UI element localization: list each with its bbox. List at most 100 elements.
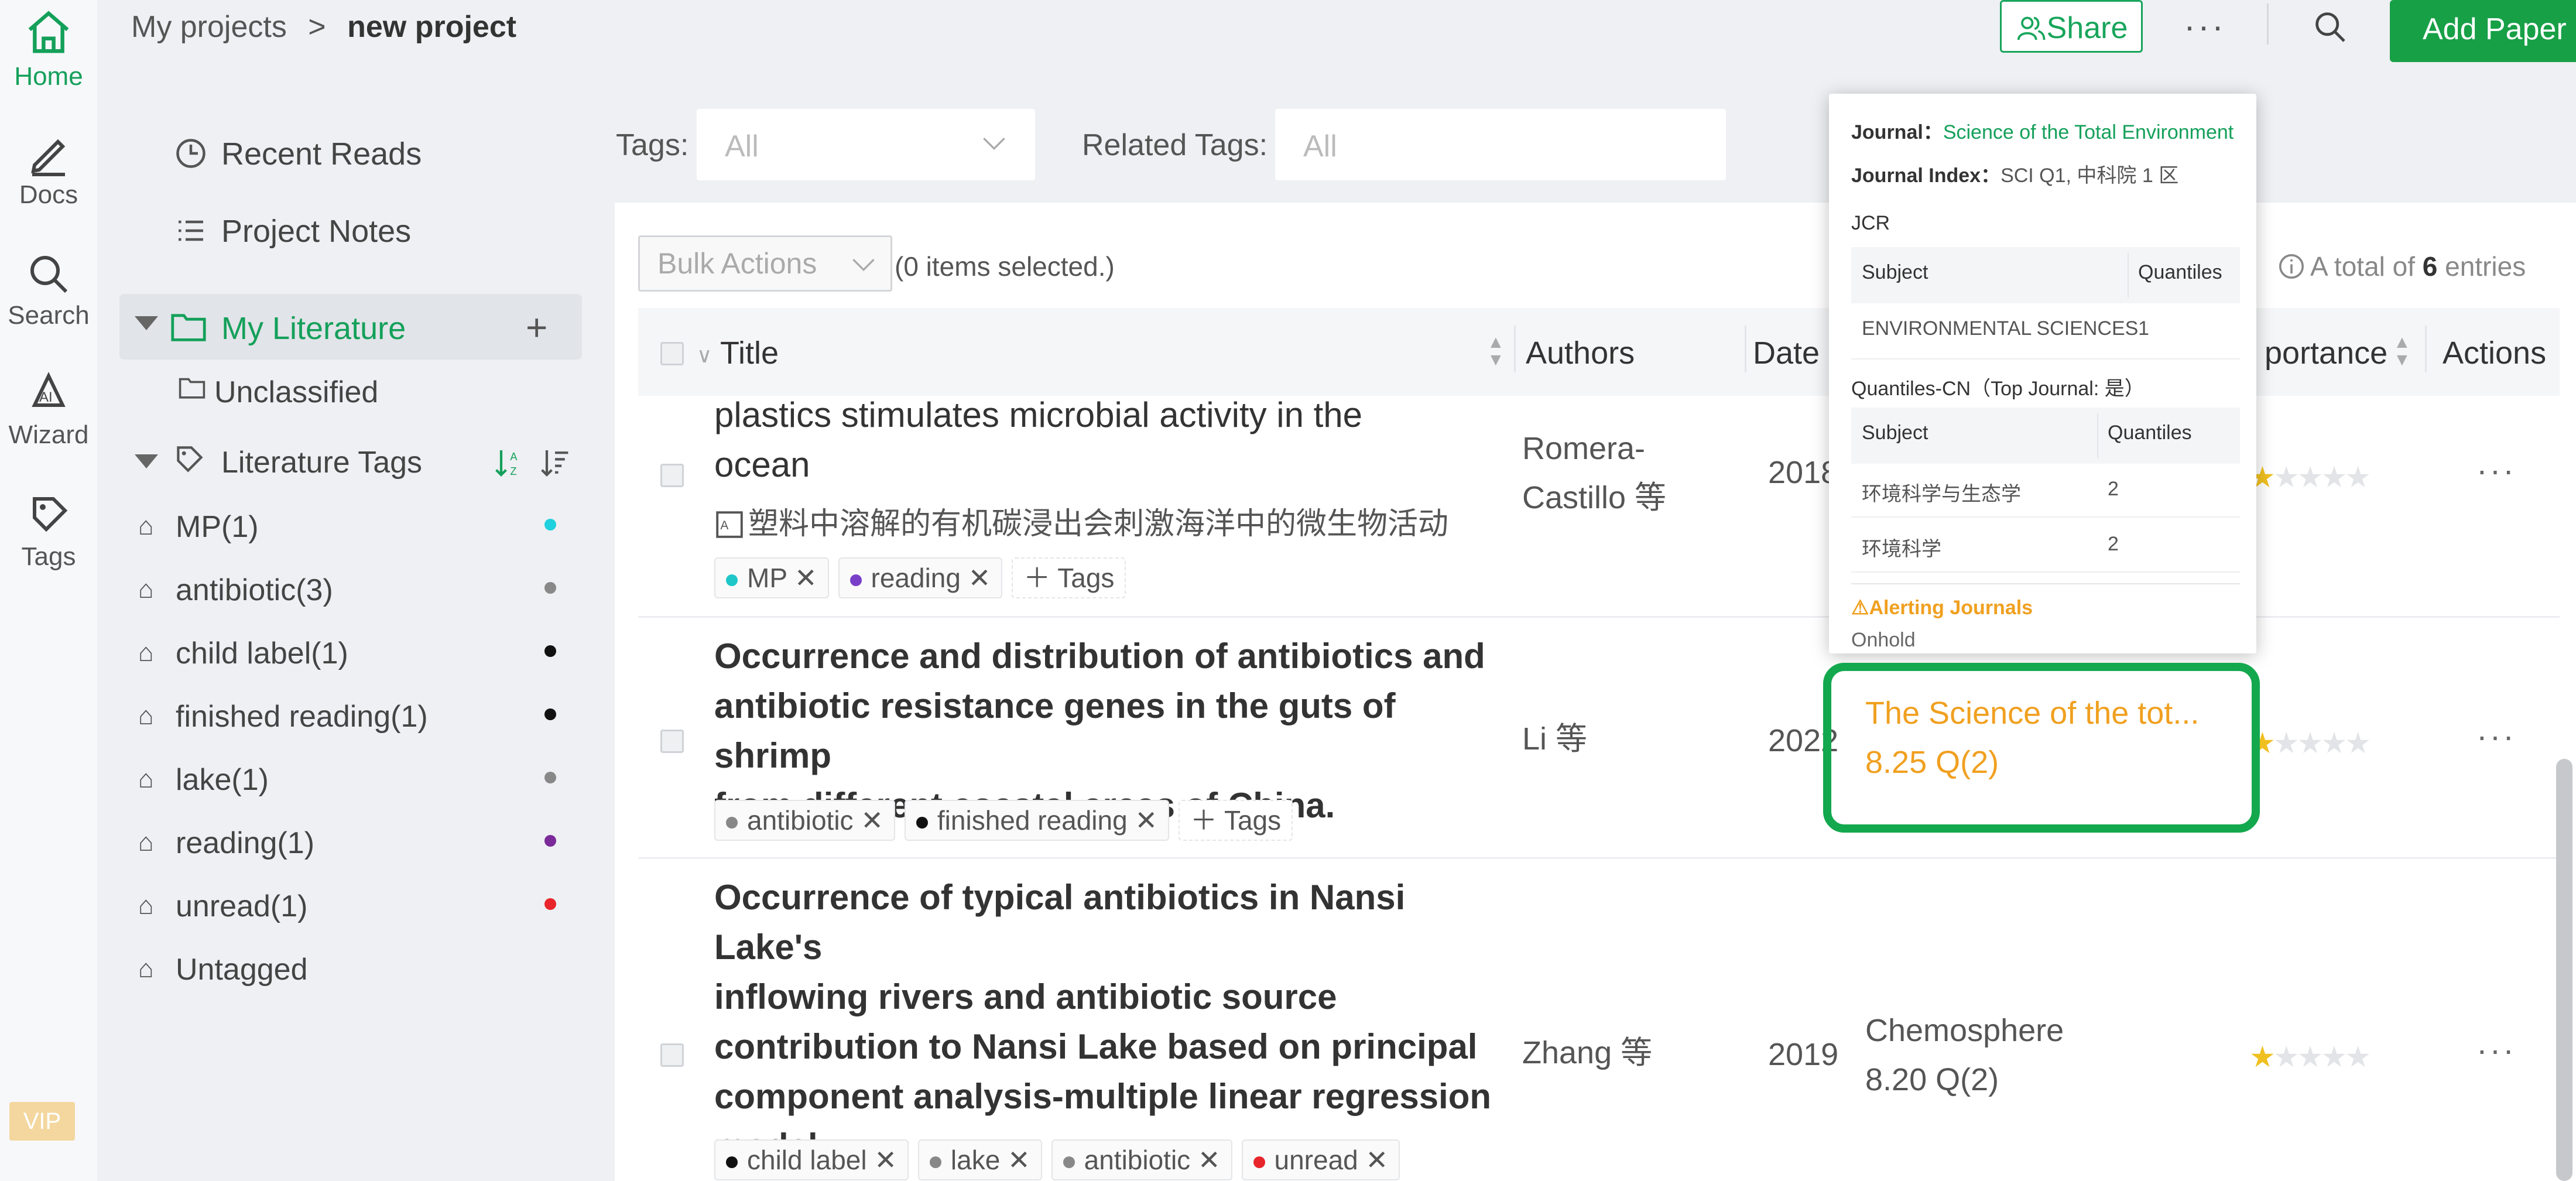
sort-az-icon[interactable]: AZ <box>493 446 526 482</box>
title-line: inflowing rivers and antibiotic source <box>714 977 1337 1016</box>
row-tags: antibiotic ✕ finished reading ✕ ＋ Tags <box>714 800 1302 841</box>
tags-filter-select[interactable]: All <box>697 109 1035 180</box>
row-year: 2019 <box>1768 1037 1839 1072</box>
vip-badge[interactable]: VIP <box>9 1102 75 1141</box>
total-prefix: A total of <box>2310 251 2416 282</box>
sidebar-tag-lake[interactable]: ⌂ lake(1) <box>138 762 269 797</box>
tag-chip[interactable]: unread ✕ <box>1241 1139 1400 1180</box>
remove-tag-icon[interactable]: ✕ <box>1135 805 1157 836</box>
rating-stars[interactable]: ★★★★★ <box>2249 460 2371 494</box>
tag-chip[interactable]: antibiotic ✕ <box>714 800 895 841</box>
table-scrollbar[interactable] <box>2556 759 2572 1181</box>
recent-reads-link[interactable]: Recent Reads <box>176 136 422 172</box>
expand-chevron-icon[interactable]: ∨ <box>697 343 712 368</box>
sort-icon[interactable]: ▲ ▼ <box>1487 334 1505 369</box>
list-icon <box>179 220 203 241</box>
row-checkbox[interactable] <box>660 464 684 487</box>
search-button[interactable] <box>2311 8 2349 49</box>
popup-journal-label: Journal： <box>1851 121 1943 143</box>
literature-tags-label[interactable]: Literature Tags <box>221 445 422 480</box>
sort-icon[interactable]: ▲ ▼ <box>2393 334 2411 369</box>
add-paper-button[interactable]: Add Paper <box>2390 0 2576 62</box>
sidebar-tag-label: finished reading(1) <box>176 700 428 734</box>
tag-chip-label: MP <box>747 563 787 593</box>
tag-chip[interactable]: reading ✕ <box>838 557 1003 598</box>
tag-color-dot <box>544 772 556 783</box>
tag-chip-label: antibiotic <box>1084 1145 1191 1175</box>
tag-chip[interactable]: lake ✕ <box>917 1139 1042 1180</box>
tag-outline-icon <box>173 443 206 478</box>
share-button[interactable]: Share <box>2000 0 2143 53</box>
add-folder-button[interactable]: + <box>526 306 547 349</box>
row-actions-button[interactable]: ··· <box>2476 717 2516 755</box>
remove-tag-icon[interactable]: ✕ <box>1366 1145 1389 1175</box>
column-title[interactable]: Title <box>720 335 779 371</box>
row-journal[interactable]: Chemosphere 8.20 Q(2) <box>1865 1006 2064 1104</box>
jcr-subject: ENVIRONMENTAL SCIENCES <box>1862 317 2139 340</box>
popup-journal-link[interactable]: Science of the Total Environment <box>1943 121 2234 143</box>
sidebar-tag-child-label[interactable]: ⌂ child label(1) <box>138 636 348 671</box>
rating-stars[interactable]: ★★★★★ <box>2249 726 2371 760</box>
select-all-checkbox[interactable] <box>660 342 684 365</box>
nav-docs[interactable]: Docs <box>0 130 97 210</box>
tag-chip[interactable]: finished reading ✕ <box>904 800 1170 841</box>
title-line: antibiotic resistance genes in the guts … <box>714 686 1396 775</box>
breadcrumb-root[interactable]: My projects <box>131 10 287 44</box>
remove-tag-icon[interactable]: ✕ <box>1198 1145 1221 1175</box>
tag-chip[interactable]: MP ✕ <box>714 557 829 598</box>
column-authors[interactable]: Authors <box>1526 335 1635 371</box>
total-count: 6 <box>2422 251 2438 282</box>
journal-name: Chemosphere <box>1865 1013 2064 1048</box>
cn-quantile: 2 <box>2108 533 2119 555</box>
add-tag-button[interactable]: ＋ Tags <box>1012 557 1126 598</box>
paper-title[interactable]: Occurrence of typical antibiotics in Nan… <box>714 872 1510 1171</box>
row-divider <box>1851 571 2240 573</box>
jcr-col-quantiles: Quantiles <box>2138 261 2222 283</box>
sidebar-tag-label: lake(1) <box>176 763 269 797</box>
caret-down-icon[interactable] <box>135 454 158 468</box>
column-importance[interactable]: portance <box>2265 335 2387 371</box>
add-tag-button[interactable]: ＋ Tags <box>1179 800 1293 841</box>
bulk-actions-dropdown[interactable]: Bulk Actions <box>638 235 892 292</box>
remove-tag-icon[interactable]: ✕ <box>1008 1145 1030 1175</box>
row-divider <box>1851 358 2240 360</box>
sidebar-tag-mp[interactable]: ⌂ MP(1) <box>138 509 259 545</box>
caret-down-icon[interactable] <box>135 316 158 330</box>
sidebar-tag-label: MP(1) <box>176 510 259 544</box>
row-checkbox[interactable] <box>660 1043 684 1067</box>
sidebar-tag-finished-reading[interactable]: ⌂ finished reading(1) <box>138 699 428 734</box>
nav-search[interactable]: Search <box>0 251 97 330</box>
author-line: Romera- <box>1522 431 1646 466</box>
sort-lines-icon[interactable] <box>539 446 571 482</box>
project-notes-link[interactable]: Project Notes <box>179 213 411 249</box>
row-actions-button[interactable]: ··· <box>2476 1031 2516 1069</box>
selected-count: (0 items selected.) <box>895 251 1115 282</box>
sidebar-tag-unread[interactable]: ⌂ unread(1) <box>138 889 307 924</box>
nav-wizard[interactable]: AI Wizard <box>0 370 97 450</box>
rating-stars[interactable]: ★★★★★ <box>2249 1040 2371 1074</box>
sidebar-untagged[interactable]: ⌂ Untagged <box>138 952 308 987</box>
sidebar-tag-antibiotic[interactable]: ⌂ antibiotic(3) <box>138 573 333 608</box>
more-menu-button[interactable]: ··· <box>2184 6 2226 46</box>
tag-chip[interactable]: antibiotic ✕ <box>1051 1139 1232 1180</box>
remove-tag-icon[interactable]: ✕ <box>874 1145 897 1175</box>
nav-home[interactable]: Home <box>0 6 97 91</box>
bulk-actions-label: Bulk Actions <box>657 247 817 280</box>
row-checkbox[interactable] <box>660 730 684 753</box>
tag-icon: ⌂ <box>138 954 154 983</box>
onhold-label: Onhold <box>1851 629 1916 651</box>
sidebar-tag-reading[interactable]: ⌂ reading(1) <box>138 826 314 861</box>
unclassified-item[interactable]: Unclassified <box>214 375 378 410</box>
remove-tag-icon[interactable]: ✕ <box>794 563 817 593</box>
row-year: 2018 <box>1768 455 1839 490</box>
paper-title[interactable]: plastics stimulates microbial activity i… <box>714 390 1510 489</box>
row-actions-button[interactable]: ··· <box>2476 451 2516 489</box>
total-entries: A total of 6 entries <box>2277 251 2526 282</box>
tag-icon: ⌂ <box>138 828 154 857</box>
related-tags-select[interactable]: All <box>1275 109 1726 180</box>
column-date[interactable]: Date <box>1753 335 1820 371</box>
remove-tag-icon[interactable]: ✕ <box>968 563 991 593</box>
tag-chip[interactable]: child label ✕ <box>714 1139 909 1180</box>
nav-tags[interactable]: Tags <box>0 492 97 571</box>
remove-tag-icon[interactable]: ✕ <box>861 805 883 836</box>
